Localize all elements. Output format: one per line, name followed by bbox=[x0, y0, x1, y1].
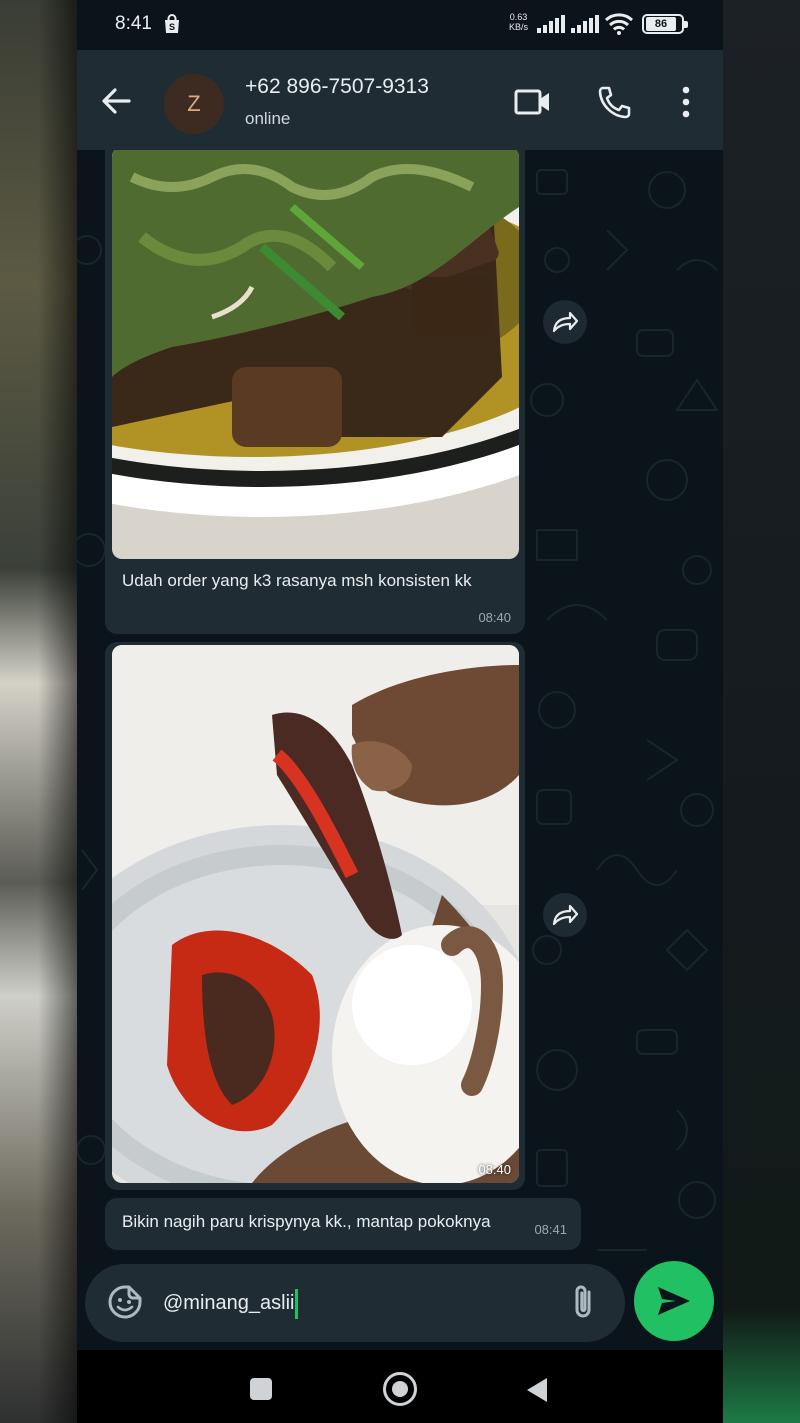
message-bubble[interactable]: 08:40 bbox=[105, 642, 525, 1190]
net-speed-value: 0.63 bbox=[509, 12, 528, 22]
sticker-icon[interactable] bbox=[107, 1284, 143, 1320]
home-icon[interactable] bbox=[383, 1372, 417, 1406]
signal-icon bbox=[537, 15, 565, 33]
status-bar: 8:41 S 0.63 KB/s 86 bbox=[77, 0, 723, 50]
blurred-background-left bbox=[0, 0, 78, 1423]
message-input[interactable]: @minang_aslii bbox=[163, 1288, 563, 1319]
message-text: Bikin nagih paru krispynya kk., mantap p… bbox=[122, 1212, 491, 1231]
blurred-background-right bbox=[722, 0, 800, 1423]
phone-icon[interactable] bbox=[595, 84, 635, 120]
message-time: 08:41 bbox=[534, 1222, 567, 1237]
shopping-bag-icon: S bbox=[163, 14, 181, 34]
battery-level: 86 bbox=[646, 17, 676, 31]
send-icon bbox=[658, 1287, 690, 1315]
video-call-icon[interactable] bbox=[513, 84, 553, 120]
message-bubble[interactable]: Udah order yang k3 rasanya msh konsisten… bbox=[105, 150, 525, 634]
battery-tip bbox=[684, 21, 688, 28]
nav-back-icon[interactable] bbox=[525, 1376, 549, 1404]
paperclip-icon[interactable] bbox=[569, 1282, 599, 1322]
signal-icon bbox=[571, 15, 599, 33]
chat-area[interactable]: Udah order yang k3 rasanya msh konsisten… bbox=[77, 150, 723, 1350]
more-vertical-icon[interactable] bbox=[671, 84, 701, 120]
contact-name[interactable]: +62 896-7507-9313 bbox=[245, 75, 429, 99]
chat-header: Z +62 896-7507-9313 online bbox=[77, 50, 723, 150]
phone-screen: 8:41 S 0.63 KB/s 86 Z +62 896-7507-9313 … bbox=[77, 0, 723, 1423]
status-time: 8:41 bbox=[115, 13, 152, 34]
message-composer: @minang_aslii bbox=[85, 1264, 625, 1342]
message-text: Udah order yang k3 rasanya msh konsisten… bbox=[122, 571, 472, 590]
forward-icon[interactable] bbox=[543, 300, 587, 344]
wifi-icon bbox=[604, 13, 634, 35]
forward-icon[interactable] bbox=[543, 893, 587, 937]
message-image[interactable] bbox=[112, 150, 519, 559]
message-image[interactable] bbox=[112, 645, 519, 1183]
send-button[interactable] bbox=[634, 1261, 714, 1341]
net-speed-unit: KB/s bbox=[509, 22, 529, 32]
message-bubble[interactable]: Bikin nagih paru krispynya kk., mantap p… bbox=[105, 1198, 581, 1250]
system-nav-bar bbox=[77, 1350, 723, 1423]
message-time: 08:40 bbox=[478, 1162, 511, 1177]
message-time: 08:40 bbox=[478, 610, 511, 625]
message-input-value: @minang_aslii bbox=[163, 1292, 295, 1314]
avatar[interactable]: Z bbox=[164, 74, 224, 134]
battery-icon: 86 bbox=[642, 14, 688, 34]
back-arrow-icon[interactable] bbox=[99, 84, 133, 118]
contact-status: online bbox=[245, 109, 291, 128]
network-speed: 0.63 KB/s bbox=[509, 12, 528, 32]
svg-text:S: S bbox=[169, 22, 175, 32]
text-caret bbox=[295, 1288, 299, 1319]
recent-apps-icon[interactable] bbox=[250, 1378, 272, 1400]
